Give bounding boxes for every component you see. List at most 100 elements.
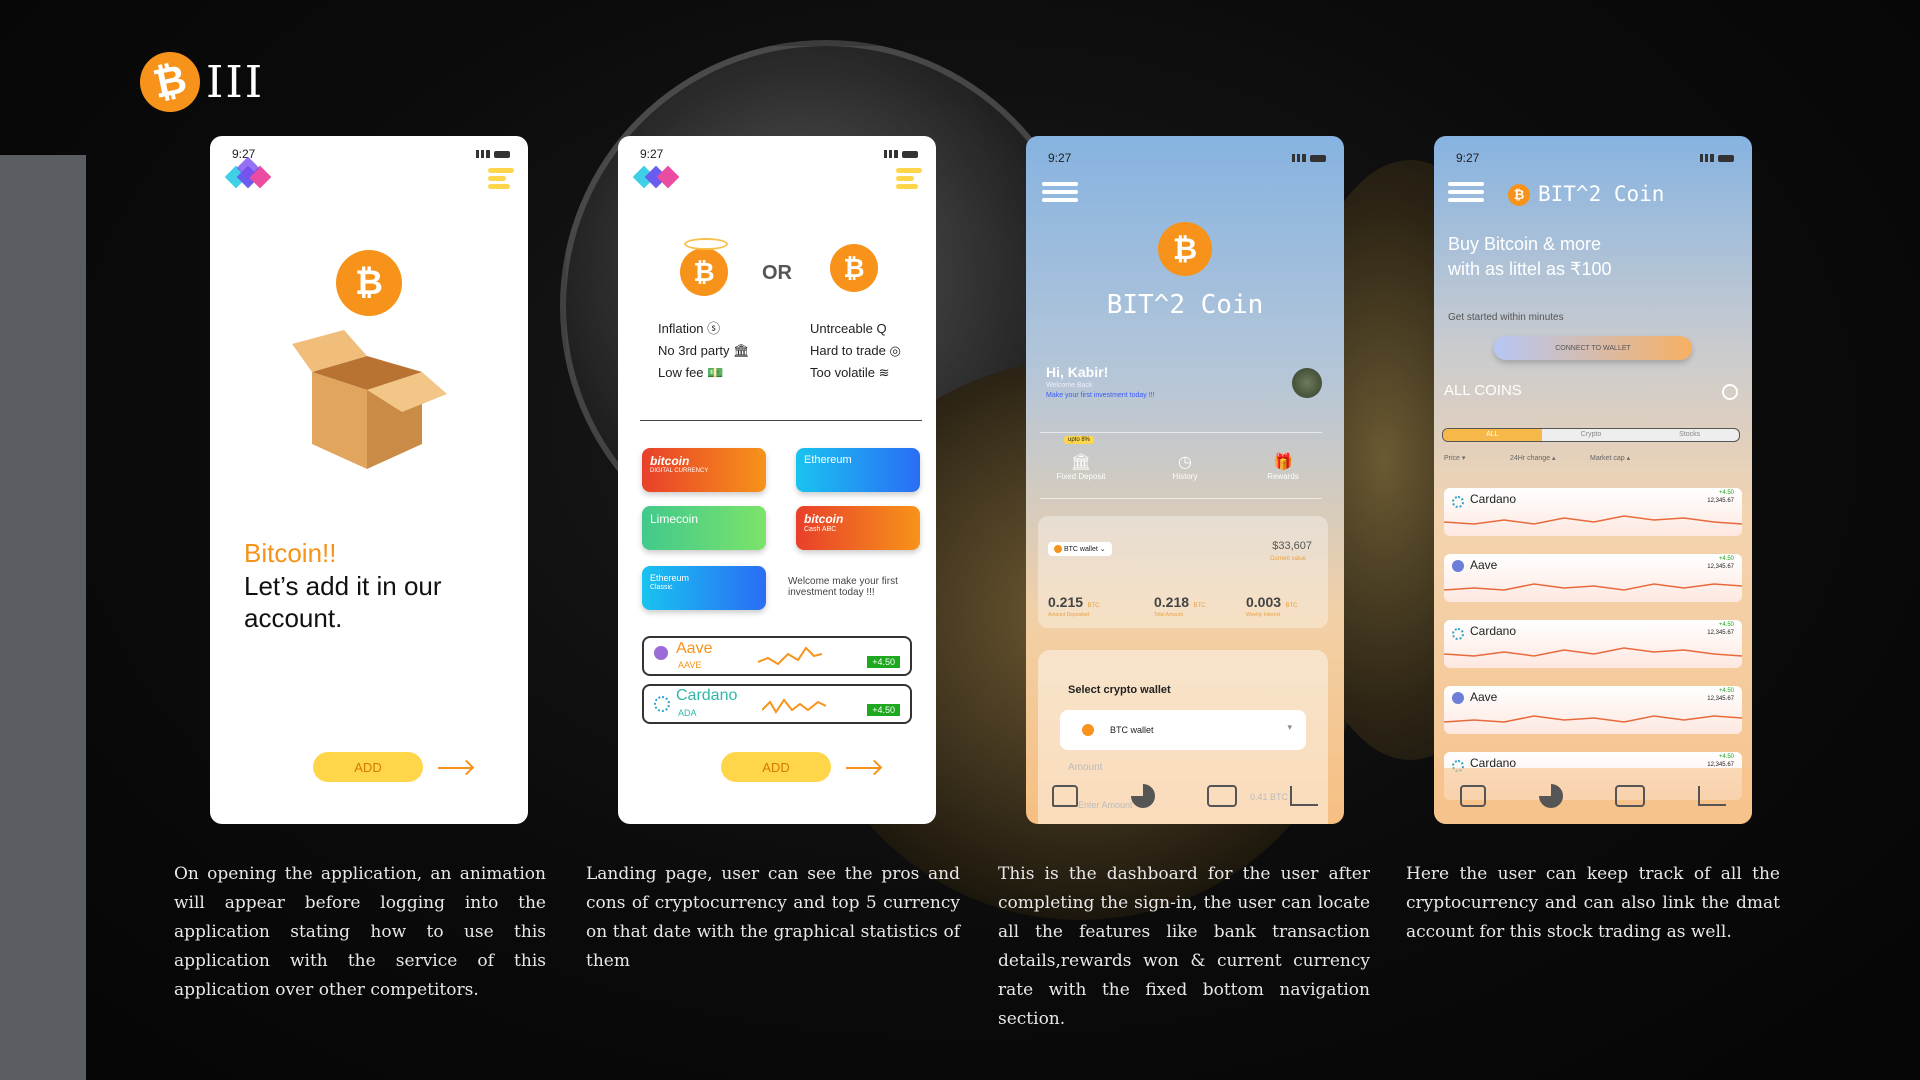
menu-icon[interactable] [488, 168, 514, 192]
battery-icon [902, 150, 918, 158]
card-ethereum-classic[interactable]: Ethereum Classic [642, 566, 766, 610]
splash-subtitle: Let’s add it in our account. [244, 571, 442, 633]
wallet-icon[interactable] [1207, 785, 1238, 807]
stats-icon[interactable] [1697, 786, 1726, 806]
coin-row[interactable]: Aave +4.50 12,345.67 [1444, 686, 1742, 734]
hamburger-icon[interactable] [1448, 182, 1484, 202]
home-icon[interactable] [1460, 785, 1487, 807]
menu-icon[interactable] [896, 168, 922, 192]
caption-dashboard: This is the dashboard for the user after… [998, 864, 1370, 1029]
status-time: 9:27 [640, 147, 664, 161]
caption-coins: Here the user can keep track of all the … [1406, 864, 1780, 942]
pro-item: Low fee 💵 [658, 365, 724, 380]
coin-row-aave[interactable]: Aave AAVE +4.50 [642, 636, 912, 676]
search-icon[interactable] [1722, 384, 1738, 400]
bottom-nav [1026, 768, 1344, 824]
card-limecoin[interactable]: Limecoin [642, 506, 766, 550]
brand-text: III [206, 56, 265, 108]
stat-total: 0.218 BTC Total Amount [1154, 594, 1206, 618]
pie-chart-icon[interactable] [1538, 784, 1563, 808]
box-icon [292, 330, 447, 469]
pie-chart-icon[interactable] [1130, 784, 1155, 808]
home-icon[interactable] [1052, 785, 1079, 807]
devil-bitcoin-icon: ₿ [830, 244, 878, 292]
add-button[interactable]: ADD [721, 752, 831, 782]
coin-row[interactable]: Cardano +4.50 12,345.67 [1444, 620, 1742, 668]
tab-all[interactable]: ALL [1443, 429, 1542, 441]
status-bar: 9:27 [1456, 150, 1734, 166]
welcome-back: Welcome Back [1046, 382, 1093, 389]
app-logo-icon [224, 156, 276, 194]
tab-fixed-deposit[interactable]: 🏛 Fixed Deposit [1046, 452, 1116, 481]
cardano-sparkline [762, 698, 826, 714]
history-icon: ◷ [1178, 454, 1192, 471]
bitcoin-icon: ₿ [134, 46, 206, 118]
coin-sparkline [1444, 647, 1742, 657]
phone-dashboard-screen: 9:27 ₿ BIT^2 Coin Hi, Kabir! Welcome Bac… [1026, 136, 1344, 824]
side-strip [0, 155, 86, 1080]
or-label: OR [762, 262, 792, 284]
bitcoin-logo-icon: ₿ [1508, 184, 1530, 206]
coin-row[interactable]: Aave +4.50 12,345.67 [1444, 554, 1742, 602]
coin-sparkline [1444, 515, 1742, 525]
sort-price[interactable]: Price ▾ [1444, 454, 1465, 462]
divider [1040, 432, 1322, 433]
stat-interest: 0.003 BTC Weekly Interest [1246, 594, 1298, 618]
aave-icon [654, 646, 668, 660]
gift-icon: 🎁 [1273, 454, 1293, 471]
signal-icon [1700, 154, 1714, 162]
bitcoin-mini-icon [1054, 545, 1062, 554]
next-arrow-icon[interactable] [846, 767, 880, 769]
caption-splash: On opening the application, an animation… [174, 864, 546, 1000]
cardano-icon [1452, 628, 1464, 640]
app-logo-icon [632, 160, 684, 194]
divider [640, 420, 922, 421]
battery-icon [494, 150, 510, 158]
wallet-total-sub: Current value [1269, 556, 1306, 562]
headline-sub: Get started within minutes [1448, 312, 1564, 323]
tab-stocks[interactable]: Stocks [1640, 429, 1739, 441]
coin-sparkline [1444, 583, 1742, 591]
con-item: Untrceable Q [810, 321, 887, 336]
next-arrow-icon[interactable] [438, 767, 472, 769]
phone-landing-screen: 9:27 ₿ OR ₿ Inflation ⓢ No 3rd party 🏛 L… [618, 136, 936, 824]
tab-history[interactable]: ◷ History [1150, 452, 1220, 481]
aave-icon [1452, 692, 1464, 704]
add-button[interactable]: ADD [313, 752, 423, 782]
wallet-card[interactable]: BTC wallet ⌄ $33,607 Current value 0.215… [1038, 516, 1328, 628]
card-bitcoin[interactable]: bitcoin DIGITAL CURRENCY [642, 448, 766, 492]
all-coins-title: ALL COINS [1444, 382, 1522, 399]
con-item: Hard to trade ◎ [810, 343, 901, 358]
coin-row[interactable]: Cardano +4.50 12,345.67 [1444, 488, 1742, 536]
divider [1040, 498, 1322, 499]
stats-icon[interactable] [1289, 786, 1318, 806]
pro-item: No 3rd party 🏛 [658, 343, 750, 358]
wallet-icon[interactable] [1615, 785, 1646, 807]
wallet-selector[interactable]: BTC wallet ⌄ [1048, 542, 1112, 557]
avatar[interactable] [1292, 368, 1322, 398]
caption-landing: Landing page, user can see the pros and … [586, 864, 960, 971]
aave-sparkline [758, 646, 822, 666]
con-item: Too volatile ≋ [810, 365, 890, 380]
signal-icon [884, 150, 898, 158]
status-time: 9:27 [1456, 151, 1480, 165]
cons-list: Untrceable Q Hard to trade ◎ Too volatil… [810, 318, 901, 384]
welcome-text: Welcome make your first investment today… [788, 576, 898, 598]
sort-24hr[interactable]: 24Hr change ▴ [1510, 454, 1556, 462]
wallet-dropdown[interactable]: BTC wallet ▾ [1060, 710, 1306, 750]
filter-tabs: ALL Crypto Stocks [1442, 428, 1740, 442]
greeting: Hi, Kabir! [1046, 364, 1109, 380]
coin-row-cardano[interactable]: Cardano ADA +4.50 [642, 684, 912, 724]
cardano-icon [654, 696, 670, 712]
hamburger-icon[interactable] [1042, 182, 1078, 202]
signal-icon [476, 150, 490, 158]
card-ethereum[interactable]: Ethereum [796, 448, 920, 492]
tab-rewards[interactable]: 🎁 Rewards [1248, 452, 1318, 481]
select-title: Select crypto wallet [1068, 684, 1171, 696]
tab-crypto[interactable]: Crypto [1542, 429, 1641, 441]
sort-marketcap[interactable]: Market cap ▴ [1590, 454, 1630, 462]
status-bar: 9:27 [1048, 150, 1326, 166]
card-bitcoin-cash[interactable]: bitcoin Cash ABC [796, 506, 920, 550]
connect-wallet-button[interactable]: CONNECT TO WALLET [1494, 336, 1692, 360]
wallet-total: $33,607 [1272, 540, 1312, 552]
